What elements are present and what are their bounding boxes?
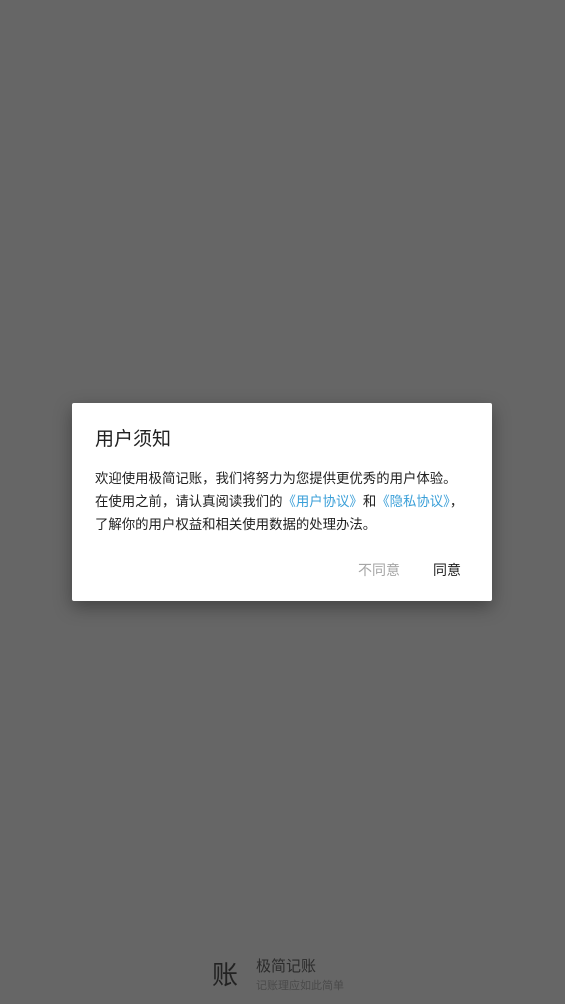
user-notice-dialog: 用户须知 欢迎使用极简记账，我们将努力为您提供更优秀的用户体验。 在使用之前，请… bbox=[72, 403, 492, 601]
agree-button[interactable]: 同意 bbox=[433, 559, 461, 583]
dialog-body-line-2: 在使用之前，请认真阅读我们的《用户协议》和《隐私协议》， bbox=[95, 491, 475, 514]
disagree-button[interactable]: 不同意 bbox=[358, 559, 400, 583]
line-2-suffix: ， bbox=[449, 495, 464, 510]
app-name: 极简记账 bbox=[256, 957, 317, 975]
user-agreement-link[interactable]: 《用户协议》 bbox=[282, 495, 362, 510]
app-logo-icon: 账 bbox=[212, 961, 239, 991]
splash-branding: 账 极简记账 记账理应如此简单 bbox=[212, 954, 412, 998]
dialog-body-line-3: 了解你的用户权益和相关使用数据的处理办法。 bbox=[95, 518, 377, 533]
dialog-title: 用户须知 bbox=[95, 428, 172, 450]
conjunction-text: 和 bbox=[362, 495, 377, 510]
privacy-policy-link[interactable]: 《隐私协议》 bbox=[376, 495, 450, 510]
dialog-body: 欢迎使用极简记账，我们将努力为您提供更优秀的用户体验。 在使用之前，请认真阅读我… bbox=[95, 468, 475, 537]
line-2-prefix: 在使用之前，请认真阅读我们的 bbox=[95, 495, 283, 510]
app-slogan: 记账理应如此简单 bbox=[256, 979, 344, 992]
dialog-body-line-1: 欢迎使用极简记账，我们将努力为您提供更优秀的用户体验。 bbox=[95, 472, 457, 487]
